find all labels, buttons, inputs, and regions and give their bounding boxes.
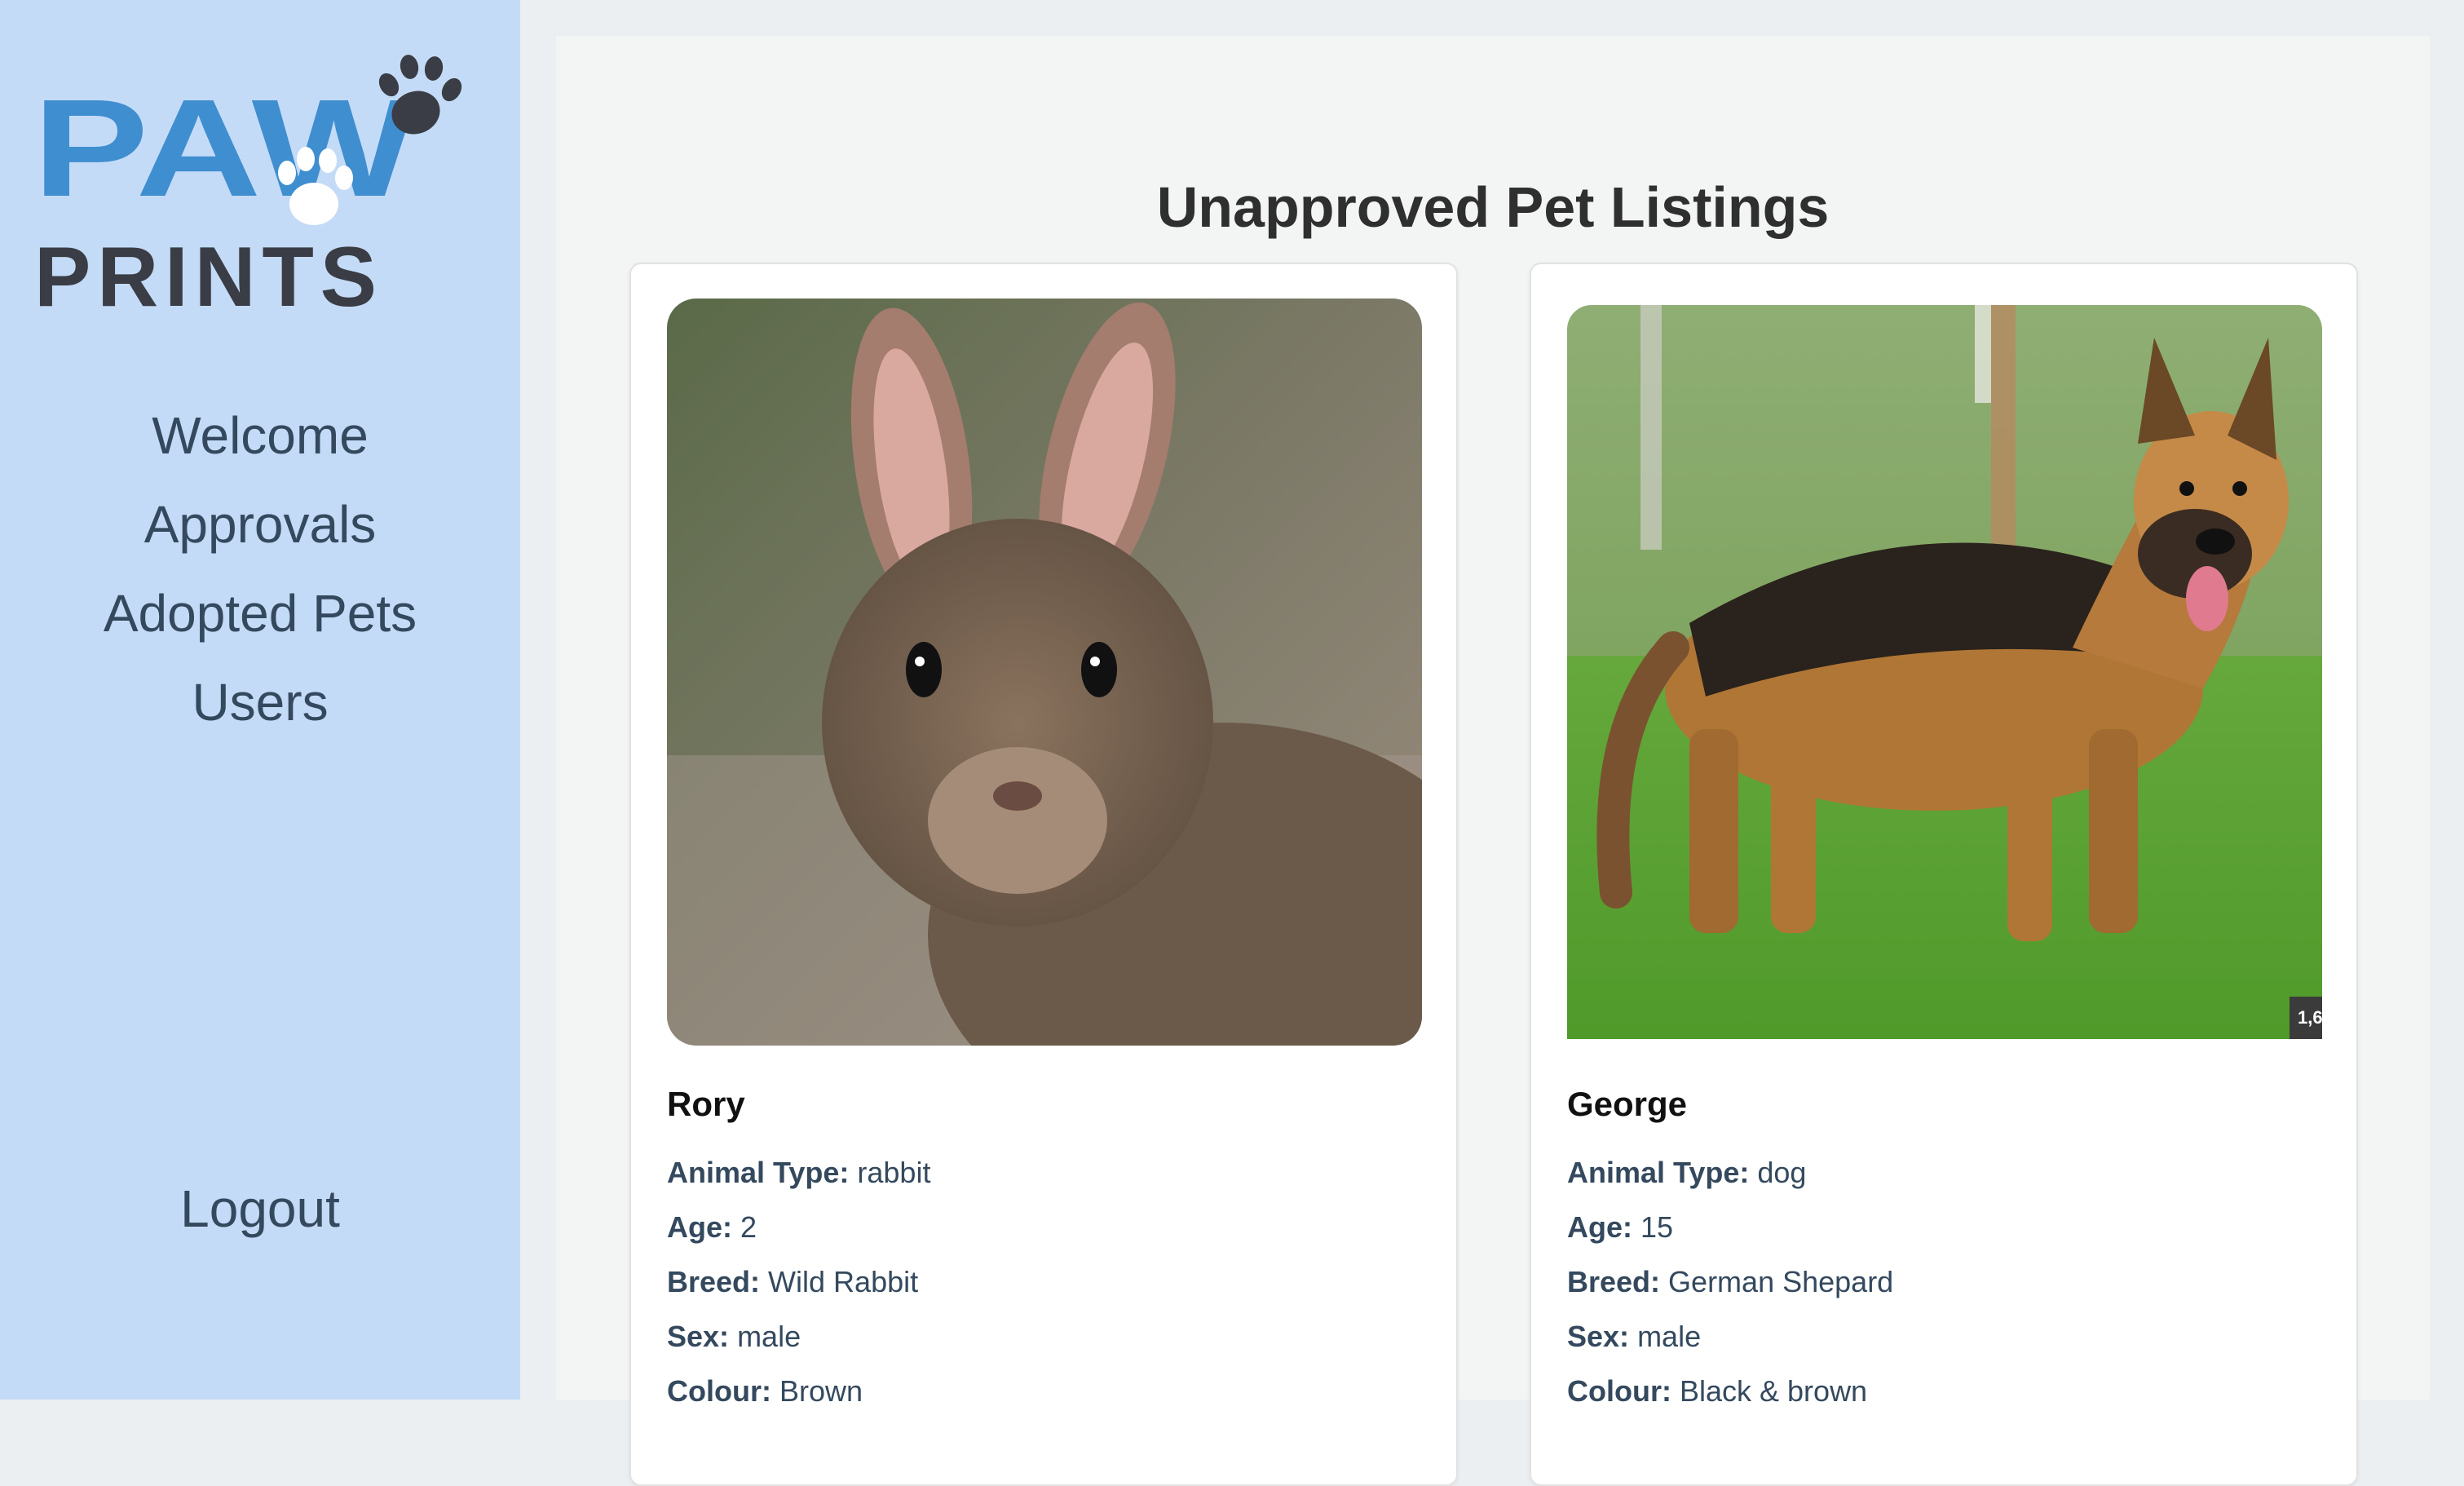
pet-detail-colour: Colour: Black & brown [1567, 1374, 1868, 1408]
page-title: Unapproved Pet Listings [1156, 175, 1830, 239]
nav-item-welcome[interactable]: Welcome [0, 391, 520, 480]
pet-card: 1,6 George Animal Type: dog Age: 15 Bree… [1530, 263, 2358, 1486]
nav-item-approvals[interactable]: Approvals [0, 480, 520, 569]
paw-prints-logo[interactable]: PAW PRINTS [33, 49, 473, 325]
pet-details: Animal Type: dog Age: 15 Breed: German S… [1567, 1145, 1893, 1418]
nav-item-users[interactable]: Users [0, 658, 520, 747]
pet-photo-rabbit [667, 299, 1422, 1046]
logo-text-prints: PRINTS [34, 230, 377, 318]
pet-name: Rory [667, 1085, 745, 1123]
main-panel: Unapproved Pet Listings Rory Animal Type… [556, 36, 2430, 1486]
logo-text-paw: PAW [33, 71, 417, 226]
pet-detail-sex: Sex: male [1567, 1320, 1702, 1353]
pet-details: Animal Type: rabbit Age: 2 Breed: Wild R… [667, 1145, 930, 1418]
photo-badge: 1,6 [2290, 997, 2322, 1039]
sidebar: PAW PRINTS Welcome Approvals Adopted Pet… [0, 0, 520, 1400]
pet-detail-breed: Breed: German Shepard [1567, 1265, 1894, 1298]
nav-item-adopted-pets[interactable]: Adopted Pets [0, 569, 520, 658]
pet-detail-animal-type: Animal Type: dog [1567, 1156, 1807, 1189]
pet-name: George [1567, 1085, 1688, 1123]
pet-detail-age: Age: 15 [1567, 1210, 1674, 1244]
pet-detail-animal-type: Animal Type: rabbit [667, 1156, 931, 1189]
pet-detail-sex: Sex: male [667, 1320, 801, 1353]
pet-detail-age: Age: 2 [667, 1210, 757, 1244]
pet-card: Rory Animal Type: rabbit Age: 2 Breed: W… [629, 263, 1458, 1486]
pet-photo-dog: 1,6 [1567, 305, 2322, 1039]
pet-detail-breed: Breed: Wild Rabbit [667, 1265, 919, 1298]
pet-detail-colour: Colour: Brown [667, 1374, 863, 1408]
sidebar-nav: Welcome Approvals Adopted Pets Users [0, 391, 520, 747]
logout-link[interactable]: Logout [0, 1168, 520, 1249]
